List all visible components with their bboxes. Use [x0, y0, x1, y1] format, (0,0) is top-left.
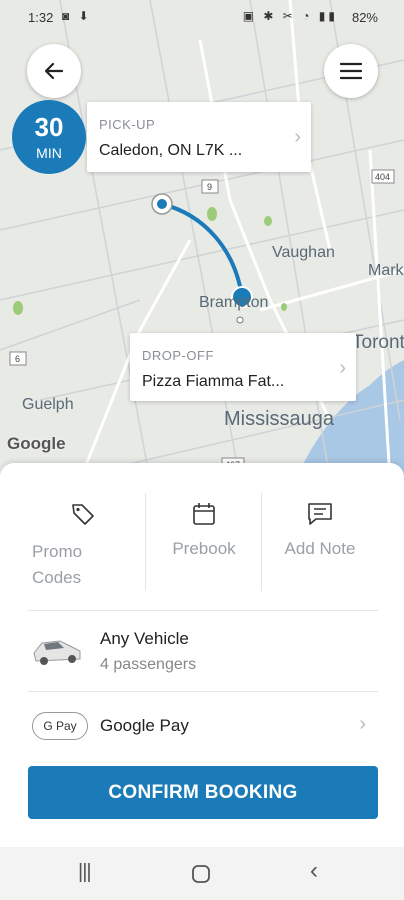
- dropoff-card[interactable]: DROP-OFF Pizza Fiamma Fat... ›: [130, 333, 356, 401]
- hamburger-menu-icon: [340, 62, 362, 80]
- chevron-right-icon: ›: [359, 713, 366, 735]
- map-label-vaughan: Vaughan: [272, 244, 335, 261]
- eta-value: 30: [34, 112, 64, 142]
- booking-sheet: Promo Codes Prebook Add Note Any Vehicle…: [0, 463, 404, 847]
- map-label-markham: Mark: [368, 262, 404, 279]
- system-back-button[interactable]: ‹: [310, 857, 318, 885]
- promo-label-line2: Codes: [32, 568, 82, 587]
- arrow-left-icon: [44, 62, 64, 80]
- eta-badge: 30 MIN: [12, 100, 86, 174]
- map-label-guelph: Guelph: [22, 396, 74, 413]
- back-button[interactable]: [27, 44, 81, 98]
- vehicle-subtitle: 4 passengers: [100, 656, 197, 673]
- status-bar: 1:32 ◙ ⬇ ▣ ✱ ✂ ◔ ▮▮ 82%: [0, 0, 404, 36]
- add-note-button[interactable]: Add Note: [262, 493, 378, 593]
- message-icon: [308, 503, 332, 525]
- home-button[interactable]: [191, 864, 211, 884]
- pickup-address: Caledon, ON L7K ...: [99, 142, 243, 159]
- battery-level: 82%: [351, 10, 378, 25]
- vehicle-title: Any Vehicle: [100, 629, 189, 648]
- road-sign-404: 404: [375, 172, 390, 182]
- menu-button[interactable]: [324, 44, 378, 98]
- map-label-toronto: Toronto: [352, 332, 404, 353]
- car-icon: [33, 640, 81, 665]
- road-sign-6: 6: [15, 354, 20, 364]
- prebook-button[interactable]: Prebook: [146, 493, 262, 593]
- payment-label: Google Pay: [100, 716, 189, 735]
- status-time: 1:32: [28, 10, 54, 25]
- eta-unit: MIN: [36, 145, 62, 161]
- prebook-label: Prebook: [172, 539, 236, 558]
- dropoff-address: Pizza Fiamma Fat...: [142, 373, 285, 390]
- system-nav-bar: ||| ‹: [0, 847, 404, 900]
- pickup-label: PICK-UP: [99, 117, 156, 132]
- google-attribution: Google: [7, 434, 66, 453]
- add-note-label: Add Note: [284, 539, 356, 558]
- recent-apps-button[interactable]: |||: [78, 861, 92, 884]
- system-icons: ▣ ✱ ✂ ◔ ▮▮: [242, 9, 338, 23]
- tag-icon: [72, 504, 94, 525]
- map-label-brampton: Brampton: [199, 294, 269, 311]
- calendar-icon: [193, 503, 215, 525]
- chevron-right-icon: ›: [294, 126, 301, 148]
- road-sign-9: 9: [207, 182, 212, 192]
- pickup-card[interactable]: PICK-UP Caledon, ON L7K ... ›: [87, 102, 311, 172]
- notification-icons: ◙ ⬇: [62, 9, 92, 23]
- promo-label-line1: Promo: [32, 542, 83, 561]
- map-label-mississauga: Mississauga: [224, 408, 335, 430]
- chevron-right-icon: ›: [339, 357, 346, 379]
- google-pay-badge: G Pay: [32, 712, 88, 740]
- confirm-booking-button[interactable]: CONFIRM BOOKING: [28, 766, 378, 819]
- vehicle-row[interactable]: Any Vehicle 4 passengers: [0, 611, 404, 691]
- promo-codes-button[interactable]: Promo Codes: [0, 493, 146, 593]
- dropoff-label: DROP-OFF: [142, 348, 214, 363]
